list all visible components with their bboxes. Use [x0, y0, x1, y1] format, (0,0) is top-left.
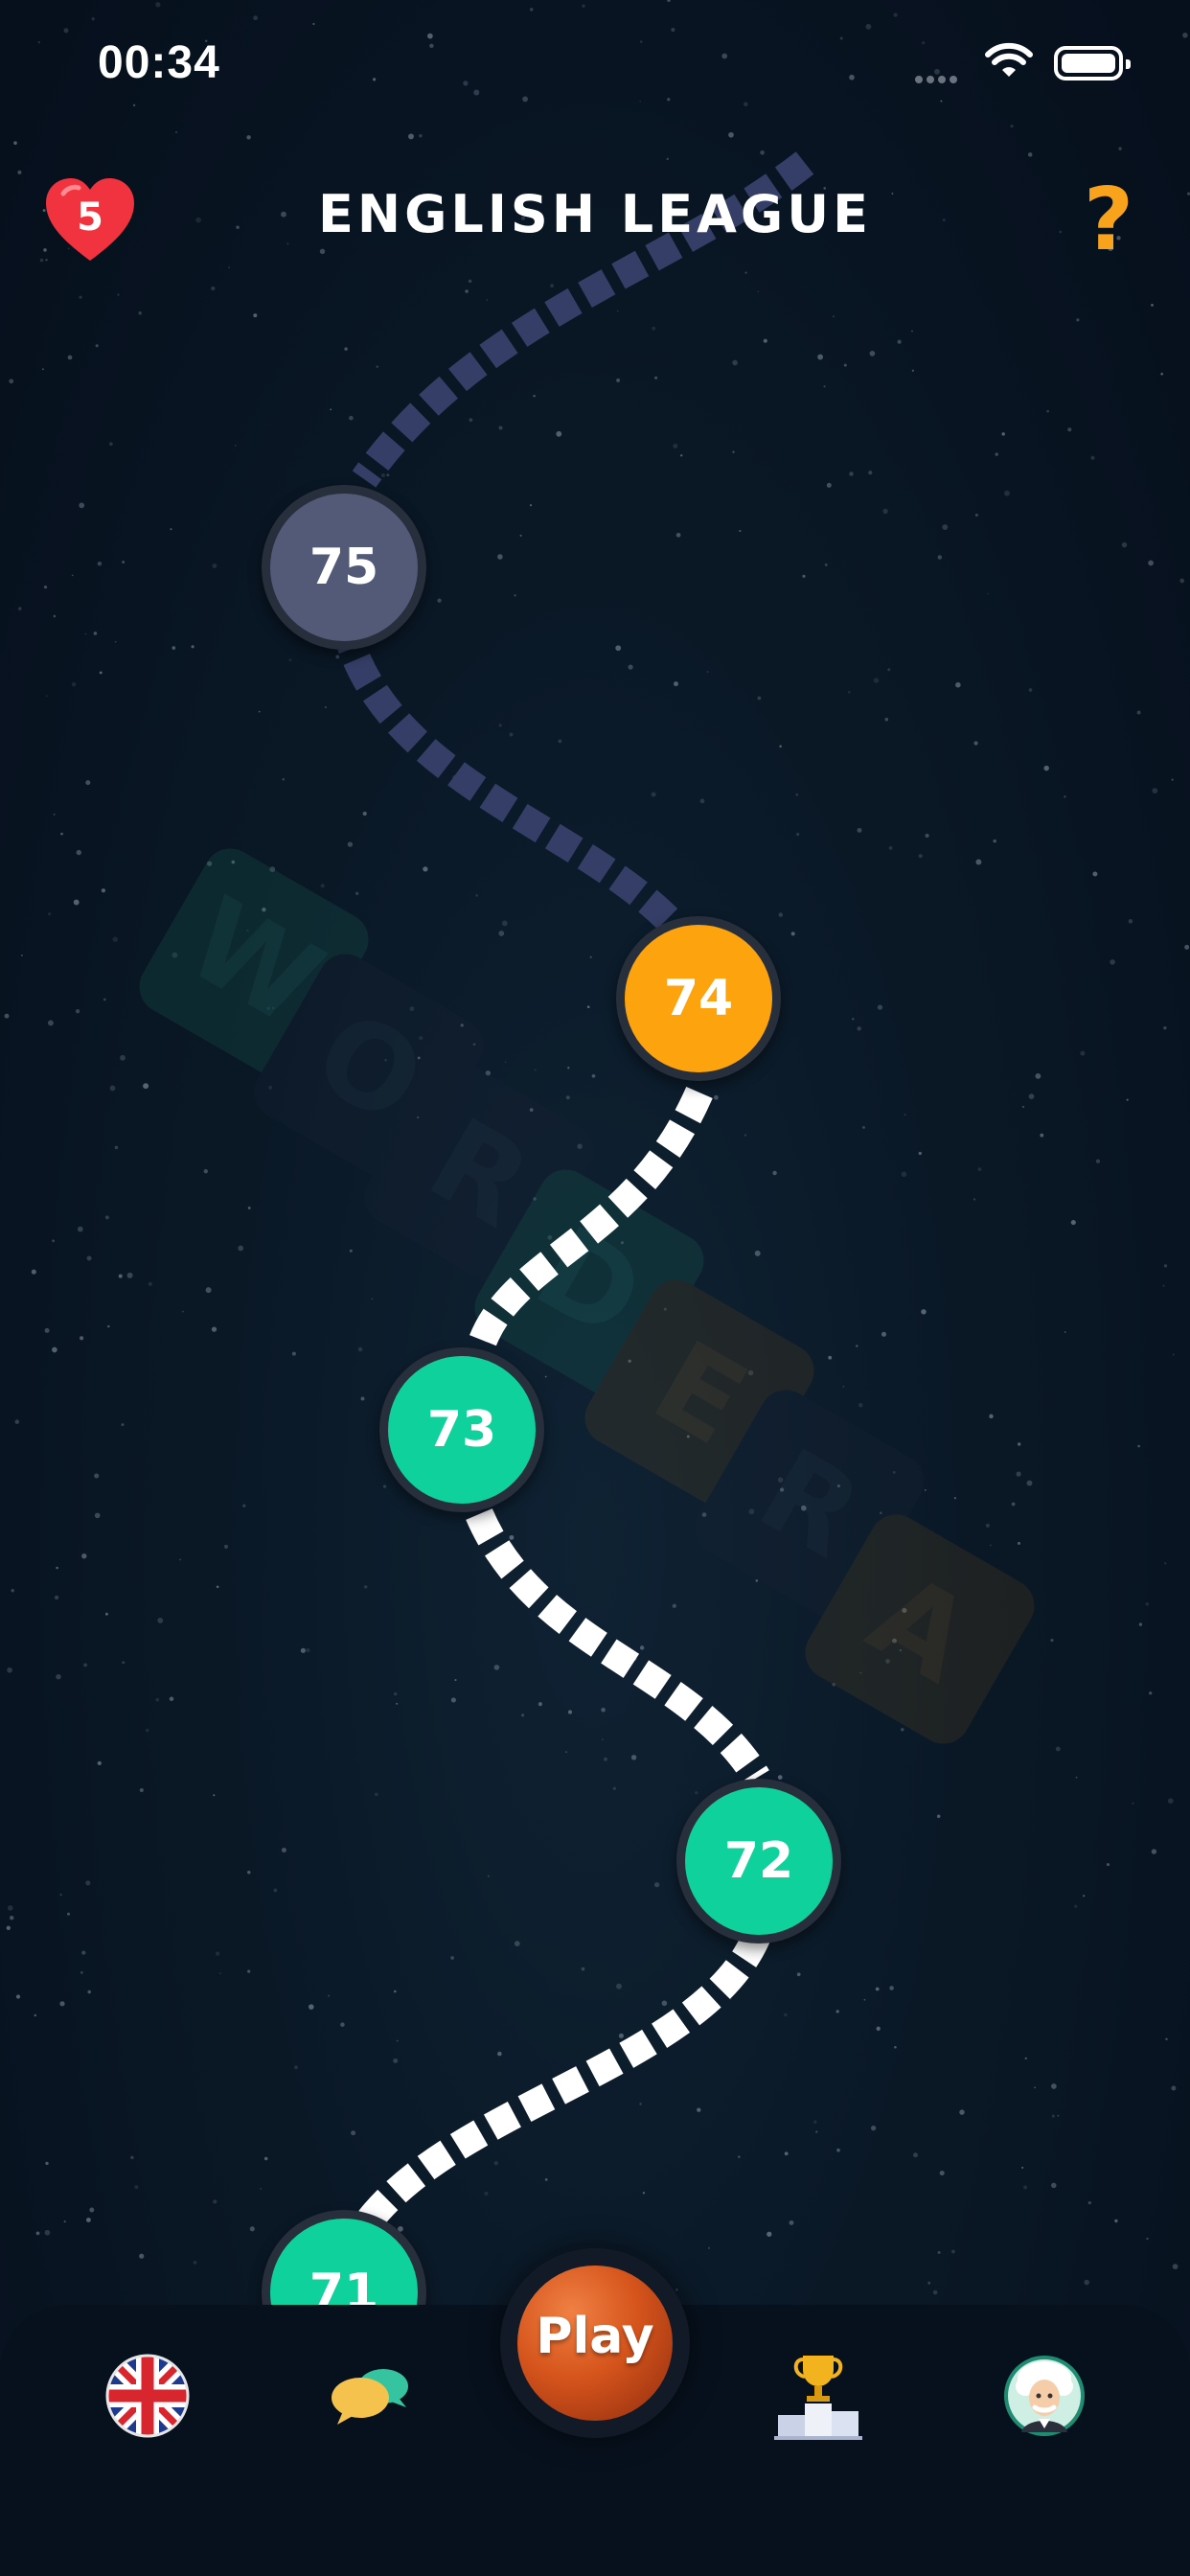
level-node-75[interactable]: 75	[262, 485, 426, 650]
path-segment-completed-3	[341, 1929, 770, 2250]
path-segment-locked	[331, 619, 712, 967]
level-node-74[interactable]: 74	[616, 916, 781, 1081]
status-bar: 00:34	[0, 0, 1190, 125]
cellular-signal-icon	[915, 69, 969, 83]
tab-language[interactable]	[100, 2348, 195, 2444]
help-button[interactable]: ?	[1073, 172, 1144, 268]
tab-chat[interactable]	[322, 2348, 418, 2444]
level-node-72[interactable]: 72	[676, 1779, 841, 1944]
level-path	[331, 151, 814, 2250]
uk-flag-icon	[105, 2354, 190, 2438]
leaderboard-podium-icon	[774, 2356, 862, 2440]
path-segment-completed-1	[465, 1086, 713, 1356]
page-title: ENGLISH LEAGUE	[318, 184, 872, 244]
chat-bubbles-icon	[332, 2369, 408, 2425]
tab-profile[interactable]	[996, 2348, 1092, 2444]
header: 5 ENGLISH LEAGUE ?	[0, 163, 1190, 278]
battery-icon	[1054, 46, 1131, 80]
wifi-icon	[985, 42, 1033, 77]
play-label: Play	[536, 2308, 654, 2365]
tab-leaderboard[interactable]	[770, 2348, 866, 2444]
path-segment-completed-2	[466, 1507, 769, 1785]
profile-avatar-icon	[1004, 2356, 1085, 2436]
play-button[interactable]: Play	[500, 2248, 690, 2438]
status-time: 00:34	[98, 37, 220, 88]
level-node-73[interactable]: 73	[379, 1347, 544, 1512]
